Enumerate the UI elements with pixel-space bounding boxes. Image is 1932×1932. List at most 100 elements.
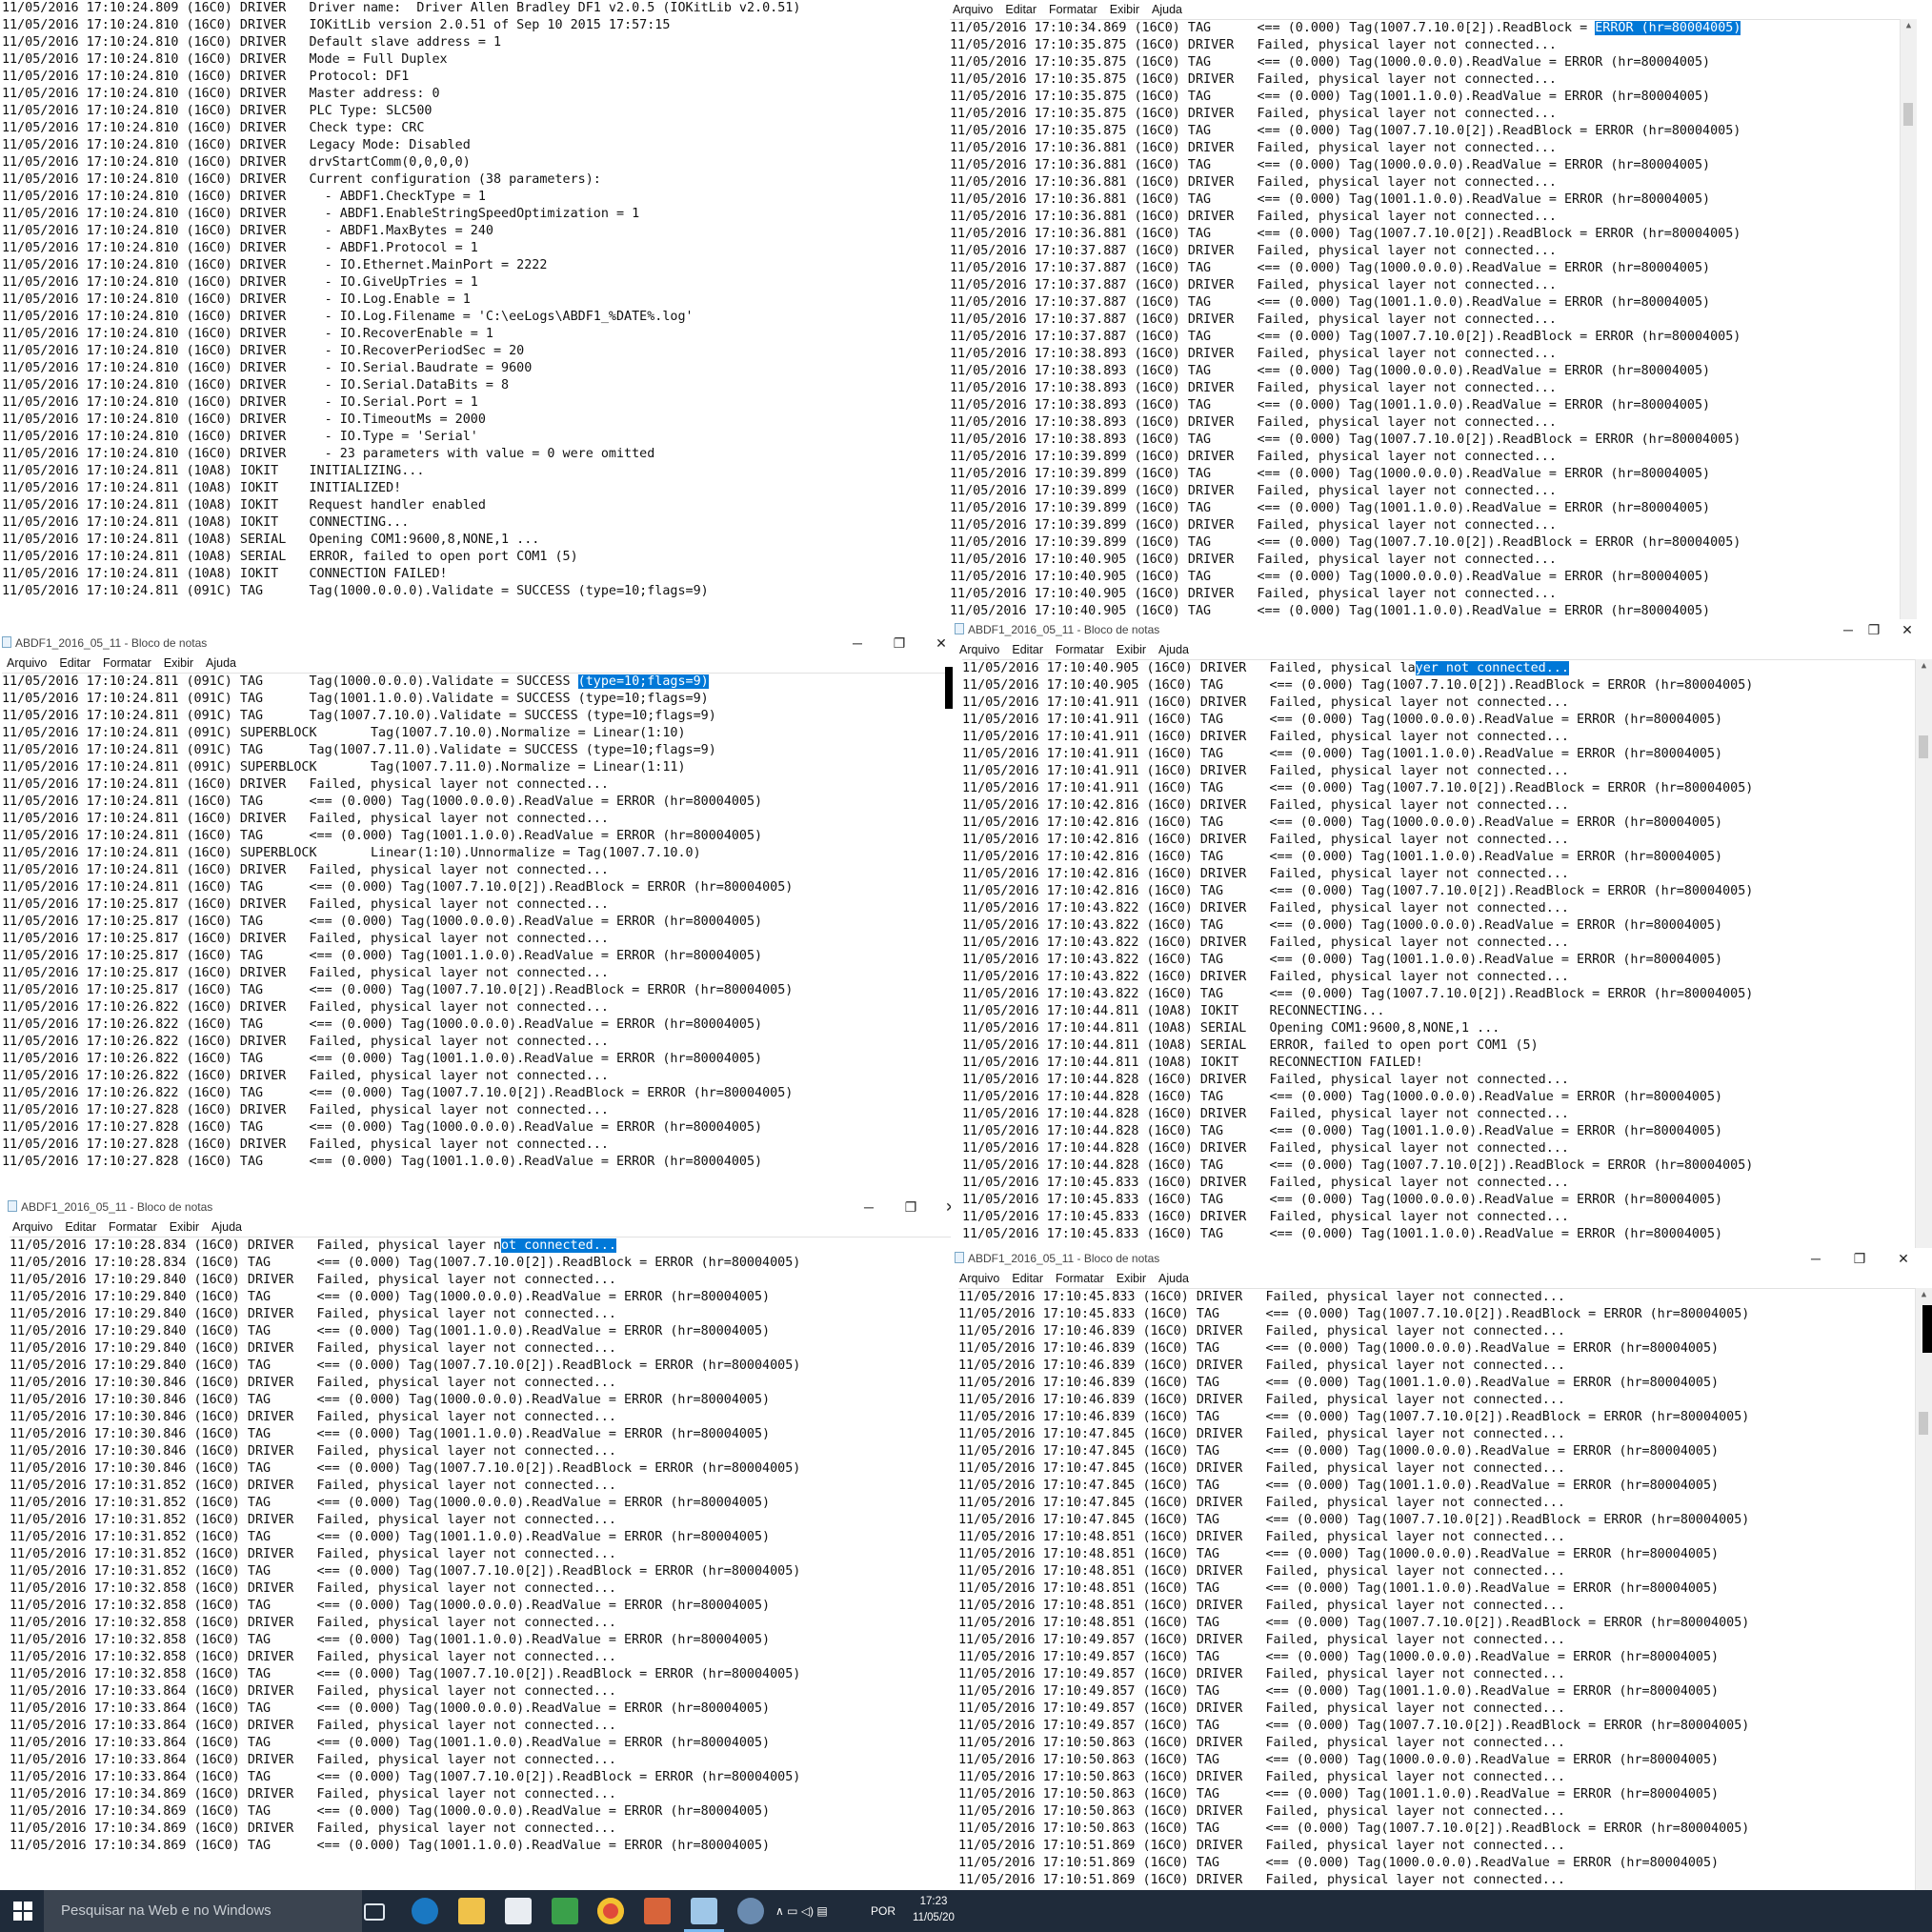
log-line: 11/05/2016 17:10:51.869 (16C0) DRIVER Fa… bbox=[958, 1873, 1565, 1887]
scroll-thumb[interactable] bbox=[1903, 103, 1913, 126]
log-line: 11/05/2016 17:10:26.822 (16C0) DRIVER Fa… bbox=[2, 1069, 609, 1083]
log-line: 11/05/2016 17:10:24.810 (16C0) DRIVER - … bbox=[2, 327, 493, 341]
log-line: 11/05/2016 17:10:42.816 (16C0) DRIVER Fa… bbox=[962, 867, 1569, 881]
text-selection[interactable]: yer not connected... bbox=[1415, 661, 1569, 675]
notepad-text-area[interactable]: 11/05/2016 17:10:40.905 (16C0) DRIVER Fa… bbox=[962, 659, 1915, 1248]
menu-arquivo[interactable]: Arquivo bbox=[959, 1269, 999, 1288]
menu-editar[interactable]: Editar bbox=[59, 654, 91, 673]
close-icon[interactable]: ✕ bbox=[1896, 620, 1919, 639]
edge-browser-icon[interactable] bbox=[412, 1898, 438, 1924]
vertical-scrollbar[interactable]: ▲ bbox=[1915, 659, 1932, 1248]
menu-editar[interactable]: Editar bbox=[1012, 640, 1043, 659]
menu-arquivo[interactable]: Arquivo bbox=[953, 0, 993, 19]
log-line: 11/05/2016 17:10:51.869 (16C0) TAG <== (… bbox=[958, 1856, 1720, 1870]
vertical-scrollbar[interactable]: ▲ bbox=[1915, 1288, 1932, 1932]
notepad-text-area[interactable]: 11/05/2016 17:10:34.869 (16C0) TAG <== (… bbox=[950, 19, 1915, 619]
restore-icon[interactable]: ❐ bbox=[888, 634, 911, 653]
network-icon[interactable]: ▭ bbox=[787, 1904, 797, 1918]
notepad-text-area[interactable]: 11/05/2016 17:10:24.809 (16C0) DRIVER Dr… bbox=[2, 0, 943, 625]
title-bar[interactable]: ABDF1_2016_05_11 - Bloco de notas ─ ❐ ✕ bbox=[6, 1197, 951, 1218]
text-selection[interactable]: ot connected... bbox=[500, 1238, 616, 1253]
notepad-task-icon[interactable] bbox=[691, 1898, 717, 1924]
taskbar-clock[interactable]: 17:23 11/05/20 bbox=[905, 1894, 962, 1926]
close-icon[interactable]: ✕ bbox=[939, 1197, 951, 1217]
notepad-window-middle-right: ABDF1_2016_05_11 - Bloco de notas ─ ❐ ✕ … bbox=[953, 619, 1932, 1248]
scroll-thumb[interactable] bbox=[1919, 1412, 1928, 1435]
log-line: 11/05/2016 17:10:24.810 (16C0) DRIVER Ma… bbox=[2, 87, 440, 101]
restore-icon[interactable]: ❐ bbox=[1862, 620, 1885, 639]
menu-exibir[interactable]: Exibir bbox=[1117, 640, 1146, 659]
log-line: 11/05/2016 17:10:41.911 (16C0) TAG <== (… bbox=[962, 747, 1723, 761]
scroll-thumb[interactable] bbox=[1919, 735, 1928, 758]
log-line: 11/05/2016 17:10:40.905 (16C0) TAG <== (… bbox=[950, 570, 1711, 584]
chrome-icon[interactable] bbox=[597, 1898, 624, 1924]
menu-exibir[interactable]: Exibir bbox=[170, 1218, 199, 1237]
log-line: 11/05/2016 17:10:34.869 (16C0) TAG <== (… bbox=[950, 21, 1741, 35]
log-line: 11/05/2016 17:10:36.881 (16C0) TAG <== (… bbox=[950, 192, 1711, 207]
text-selection[interactable]: (type=10;flags=9) bbox=[577, 674, 709, 689]
minimize-icon[interactable]: ─ bbox=[846, 634, 869, 653]
restore-icon[interactable]: ❐ bbox=[899, 1197, 922, 1217]
menu-arquivo[interactable]: Arquivo bbox=[12, 1218, 52, 1237]
notifications-icon[interactable]: ▤ bbox=[816, 1904, 827, 1918]
menu-bar: Arquivo Editar Formatar Exibir Ajuda bbox=[6, 1218, 951, 1237]
notepad-text-area[interactable]: 11/05/2016 17:10:24.811 (091C) TAG Tag(1… bbox=[2, 673, 945, 1172]
scroll-up-arrow-icon[interactable]: ▲ bbox=[1916, 1288, 1932, 1302]
log-line: 11/05/2016 17:10:29.840 (16C0) TAG <== (… bbox=[10, 1324, 771, 1338]
menu-formatar[interactable]: Formatar bbox=[1056, 640, 1104, 659]
restore-icon[interactable]: ❐ bbox=[1848, 1249, 1871, 1268]
log-line: 11/05/2016 17:10:45.833 (16C0) DRIVER Fa… bbox=[962, 1210, 1569, 1224]
task-view-icon[interactable] bbox=[364, 1903, 385, 1921]
minimize-icon[interactable]: ─ bbox=[1837, 620, 1860, 639]
language-indicator[interactable]: POR bbox=[871, 1890, 896, 1932]
menu-formatar[interactable]: Formatar bbox=[109, 1218, 157, 1237]
scroll-up-arrow-icon[interactable]: ▲ bbox=[1901, 19, 1917, 33]
notepad-window-middle-left: ABDF1_2016_05_11 - Bloco de notas ─ ❐ ✕ … bbox=[0, 633, 945, 1172]
menu-exibir[interactable]: Exibir bbox=[1110, 0, 1139, 19]
text-selection[interactable]: ERROR (hr=80004005) bbox=[1595, 21, 1741, 35]
store-icon[interactable] bbox=[505, 1898, 532, 1924]
menu-editar[interactable]: Editar bbox=[1012, 1269, 1043, 1288]
app-icon-green[interactable] bbox=[552, 1898, 578, 1924]
menu-arquivo[interactable]: Arquivo bbox=[7, 654, 47, 673]
log-line: 11/05/2016 17:10:35.875 (16C0) DRIVER Fa… bbox=[950, 72, 1557, 87]
menu-ajuda[interactable]: Ajuda bbox=[1158, 640, 1189, 659]
log-line: 11/05/2016 17:10:30.846 (16C0) DRIVER Fa… bbox=[10, 1444, 616, 1459]
menu-formatar[interactable]: Formatar bbox=[1049, 0, 1097, 19]
menu-arquivo[interactable]: Arquivo bbox=[959, 640, 999, 659]
notepad-text-area[interactable]: 11/05/2016 17:10:45.833 (16C0) DRIVER Fa… bbox=[958, 1288, 1915, 1932]
chevron-up-icon[interactable]: ∧ bbox=[775, 1904, 784, 1918]
vertical-scrollbar[interactable]: ▲ bbox=[1900, 19, 1917, 619]
log-line: 11/05/2016 17:10:24.811 (16C0) TAG <== (… bbox=[2, 880, 794, 895]
menu-ajuda[interactable]: Ajuda bbox=[1158, 1269, 1189, 1288]
minimize-icon[interactable]: ─ bbox=[1804, 1249, 1827, 1268]
clock-time: 17:23 bbox=[919, 1896, 948, 1907]
title-bar[interactable]: ABDF1_2016_05_11 - Bloco de notas ─ ❐ ✕ bbox=[0, 633, 945, 654]
close-icon[interactable]: ✕ bbox=[930, 634, 945, 653]
menu-editar[interactable]: Editar bbox=[1005, 0, 1036, 19]
taskbar-search-box[interactable]: Pesquisar na Web e no Windows bbox=[44, 1890, 362, 1932]
menu-exibir[interactable]: Exibir bbox=[164, 654, 193, 673]
notepad-text-area[interactable]: 11/05/2016 17:10:28.834 (16C0) DRIVER Fa… bbox=[10, 1237, 951, 1890]
menu-formatar[interactable]: Formatar bbox=[103, 654, 151, 673]
title-bar[interactable]: ABDF1_2016_05_11 - Bloco de notas ─ ❐ ✕ bbox=[953, 1248, 1932, 1269]
log-line: 11/05/2016 17:10:26.822 (16C0) TAG <== (… bbox=[2, 1052, 763, 1066]
window-title: ABDF1_2016_05_11 - Bloco de notas bbox=[968, 623, 1160, 636]
menu-ajuda[interactable]: Ajuda bbox=[211, 1218, 242, 1237]
windows-start-icon[interactable] bbox=[13, 1902, 32, 1921]
log-line: 11/05/2016 17:10:25.817 (16C0) DRIVER Fa… bbox=[2, 932, 609, 946]
menu-ajuda[interactable]: Ajuda bbox=[206, 654, 236, 673]
title-bar[interactable]: ABDF1_2016_05_11 - Bloco de notas ─ ❐ ✕ bbox=[953, 619, 1932, 640]
scroll-up-arrow-icon[interactable]: ▲ bbox=[1916, 659, 1932, 674]
menu-ajuda[interactable]: Ajuda bbox=[1152, 0, 1182, 19]
app-icon-network[interactable] bbox=[737, 1898, 764, 1924]
volume-icon[interactable]: ◁) bbox=[801, 1904, 814, 1918]
menu-editar[interactable]: Editar bbox=[65, 1218, 96, 1237]
close-icon[interactable]: ✕ bbox=[1892, 1249, 1915, 1268]
menu-formatar[interactable]: Formatar bbox=[1056, 1269, 1104, 1288]
minimize-icon[interactable]: ─ bbox=[857, 1197, 880, 1217]
log-line: 11/05/2016 17:10:28.834 (16C0) DRIVER Fa… bbox=[10, 1238, 616, 1253]
menu-exibir[interactable]: Exibir bbox=[1117, 1269, 1146, 1288]
file-explorer-icon[interactable] bbox=[458, 1898, 485, 1924]
app-icon-orange[interactable] bbox=[644, 1898, 671, 1924]
